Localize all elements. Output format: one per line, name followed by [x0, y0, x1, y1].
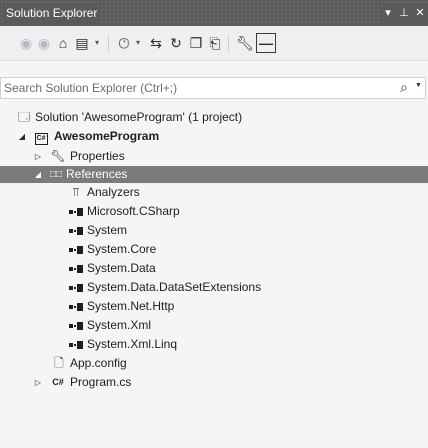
toolbar-separator [108, 34, 109, 52]
assembly-reference-icon [68, 316, 84, 335]
forward-arrow-icon[interactable]: ◉ [36, 33, 52, 53]
program-cs-label: Program.cs [70, 375, 132, 389]
solution-icon: 🗔︎ [17, 110, 31, 124]
tree-item-reference[interactable]: System [0, 221, 428, 240]
app-config-label: App.config [70, 356, 127, 370]
assembly-reference-icon [68, 278, 84, 297]
tree-item-reference[interactable]: System.Data [0, 259, 428, 278]
tree-item-reference[interactable]: Microsoft.CSharp [0, 202, 428, 221]
properties-label: Properties [70, 149, 125, 163]
search-icon[interactable]: ⌕ [400, 79, 408, 96]
search-input[interactable] [4, 80, 384, 96]
assembly-reference-icon [68, 202, 84, 221]
show-all-files-icon[interactable]: ⎗ [207, 33, 223, 53]
collapse-arrow-icon[interactable]: ◢ [33, 166, 43, 183]
reference-label: System.Data [87, 261, 156, 275]
assembly-reference-icon [68, 221, 84, 240]
chevron-down-icon[interactable]: ▼ [415, 82, 422, 89]
reference-label: System.Xml [87, 318, 152, 332]
analyzers-icon: ⫪ [72, 185, 80, 199]
collapse-all-icon[interactable]: ❐ [188, 33, 204, 53]
csharp-project-icon: C# [33, 127, 49, 146]
analyzers-label: Analyzers [87, 185, 140, 199]
references-label: References [66, 167, 128, 181]
close-icon[interactable]: ✕ [412, 3, 428, 23]
tree-item-program-cs[interactable]: ▷ C# Program.cs [0, 373, 428, 392]
tree-item-reference[interactable]: System.Data.DataSetExtensions [0, 278, 428, 297]
assembly-reference-icon [68, 297, 84, 316]
tree-item-reference[interactable]: System.Core [0, 240, 428, 259]
chevron-down-icon[interactable]: ▾ [92, 33, 102, 53]
solution-explorer-toolbar: ◉ ◉ ⌂ ▤ ▾ 🕐︎ ▾ ⇆ ↻ ❐ ⎗ 🔧︎ — [0, 26, 428, 61]
reference-label: System [87, 223, 128, 237]
expand-arrow-icon[interactable]: ▷ [33, 373, 43, 392]
search-box[interactable]: ⌕ ▼ [0, 77, 426, 99]
sync-with-active-document-icon[interactable]: ⇆ [148, 33, 164, 53]
assembly-reference-icon [68, 259, 84, 278]
wrench-icon: 🔧︎ [50, 149, 66, 163]
tree-item-project[interactable]: ◢ C# AwesomeProgram [0, 127, 428, 146]
expand-arrow-icon[interactable]: ▷ [33, 147, 43, 166]
pending-changes-filter-icon[interactable]: 🕐︎ [116, 33, 132, 53]
assembly-reference-icon [68, 240, 84, 259]
references-icon: □□ [49, 169, 63, 180]
window-title: Solution Explorer [2, 3, 102, 23]
window-controls: ▾ ⊥ ✕ [380, 3, 428, 23]
tree-item-reference[interactable]: System.Net.Http [0, 297, 428, 316]
chevron-down-icon[interactable]: ▾ [133, 33, 143, 53]
config-file-icon: 🗋︎ [54, 356, 64, 370]
toolbar-separator [228, 34, 229, 52]
collapse-arrow-icon[interactable]: ◢ [17, 127, 27, 146]
assembly-reference-icon [68, 335, 84, 354]
reference-label: System.Xml.Linq [87, 337, 178, 351]
tool-window-title-bar[interactable]: Solution Explorer ▾ ⊥ ✕ [0, 0, 428, 26]
properties-wrench-icon[interactable]: 🔧︎ [236, 33, 254, 53]
tree-item-reference[interactable]: System.Xml [0, 316, 428, 335]
switch-views-icon[interactable]: ▤ [74, 33, 90, 53]
auto-hide-pin-icon[interactable]: ⊥ [396, 3, 412, 23]
tree-item-reference[interactable]: System.Xml.Linq [0, 335, 428, 354]
tree-item-properties[interactable]: ▷ 🔧︎ Properties [0, 147, 428, 166]
reference-label: Microsoft.CSharp [87, 204, 180, 218]
project-label: AwesomeProgram [54, 129, 160, 143]
csharp-file-icon: C# [52, 377, 64, 387]
home-icon[interactable]: ⌂ [55, 33, 71, 53]
reference-label: System.Net.Http [87, 299, 175, 313]
preview-selected-items-icon[interactable]: — [256, 33, 276, 53]
tree-item-analyzers[interactable]: ⫪ Analyzers [0, 183, 428, 202]
reference-label: System.Core [87, 242, 157, 256]
window-position-dropdown-icon[interactable]: ▾ [380, 3, 396, 23]
tree-item-app-config[interactable]: 🗋︎ App.config [0, 354, 428, 373]
back-arrow-icon[interactable]: ◉ [18, 33, 34, 53]
solution-label: Solution 'AwesomeProgram' (1 project) [35, 110, 243, 124]
tree-item-solution[interactable]: 🗔︎ Solution 'AwesomeProgram' (1 project) [0, 108, 428, 127]
tree-item-references[interactable]: ◢ □□ References [0, 166, 428, 183]
reference-label: System.Data.DataSetExtensions [87, 280, 262, 294]
refresh-icon[interactable]: ↻ [168, 33, 184, 53]
